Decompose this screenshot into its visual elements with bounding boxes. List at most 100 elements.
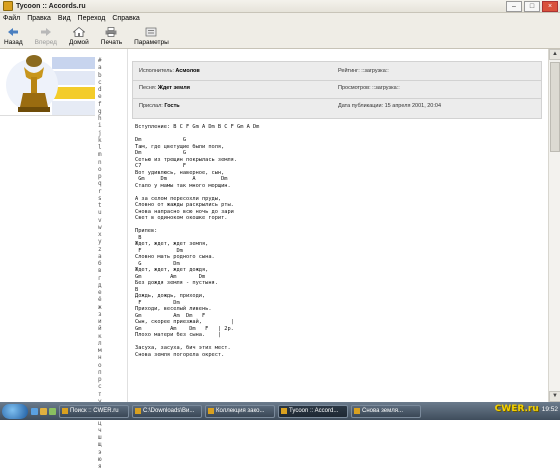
alphabet-letter-link[interactable]: к [98,333,102,340]
app-icon [281,408,287,414]
close-button[interactable]: × [542,1,558,12]
date-value: 15 апреля 2001, 20:04 [384,103,442,109]
taskbar-item[interactable]: Коллекция зако... [205,404,275,418]
alphabet-letter-link[interactable]: n [98,159,102,166]
menu-go[interactable]: Переход [78,15,106,22]
alphabet-letter-link[interactable]: т [98,391,102,398]
alphabet-letter-link[interactable]: в [98,267,102,274]
back-button[interactable]: Назад [4,27,23,48]
alphabet-letter-link[interactable]: ю [98,456,102,463]
alphabet-letter-link[interactable]: o [98,166,102,173]
alphabet-letter-link[interactable]: ц [98,420,102,427]
taskbar-item-active[interactable]: Tycoon :: Accord... [278,404,348,418]
alphabet-letter-link[interactable]: и [98,318,102,325]
views-label: Просмотров: [338,85,371,91]
alphabet-letter-link[interactable]: с [98,383,102,390]
date-label: Дата публикации: [338,103,384,109]
minimize-button[interactable]: – [506,1,522,12]
alphabet-letter-link[interactable]: ж [98,304,102,311]
alphabet-letter-link[interactable]: а [98,253,102,260]
song-row: Песня: Ждет земля [139,85,190,91]
alphabet-letter-link[interactable]: е [98,289,102,296]
alphabet-letter-link[interactable]: y [98,238,102,245]
menu-help[interactable]: Справка [112,15,139,22]
alphabet-letter-link[interactable]: t [98,202,102,209]
alphabet-letter-link[interactable]: j [98,130,102,137]
alphabet-letter-link[interactable]: m [98,151,102,158]
home-button[interactable]: Домой [69,27,89,48]
alphabet-letter-link[interactable]: м [98,347,102,354]
alphabet-letter-link[interactable]: ш [98,434,102,441]
rating-row: Рейтинг: ::загрузка:: [338,68,389,74]
media-icon[interactable] [49,407,56,415]
views-value: ::загрузка:: [372,85,400,91]
alphabet-letter-link[interactable]: ч [98,427,102,434]
vertical-scrollbar[interactable]: ▲ ▼ [548,49,560,402]
alphabet-letter-link[interactable]: # [98,57,102,64]
alphabet-letter-link[interactable]: l [98,144,102,151]
alphabet-letter-link[interactable]: z [98,246,102,253]
scroll-down-button[interactable]: ▼ [549,391,560,402]
alphabet-letter-link[interactable]: н [98,354,102,361]
alphabet-letter-link[interactable]: g [98,108,102,115]
alphabet-letter-link[interactable]: s [98,195,102,202]
app-icon [62,408,68,414]
alphabet-letter-link[interactable]: i [98,122,102,129]
alphabet-letter-link[interactable]: h [98,115,102,122]
alphabet-letter-link[interactable]: q [98,180,102,187]
alphabet-letter-link[interactable]: p [98,173,102,180]
alphabet-letter-link[interactable]: d [98,86,102,93]
alphabet-letter-link[interactable]: f [98,101,102,108]
site-logo [0,49,95,115]
alphabet-letter-link[interactable]: щ [98,441,102,448]
document-icon [354,408,360,414]
alphabet-letter-link[interactable]: г [98,275,102,282]
alphabet-letter-link[interactable]: v [98,217,102,224]
alphabet-letter-link[interactable]: a [98,64,102,71]
taskbar-item[interactable]: Снова земля... [351,404,421,418]
scroll-thumb[interactable] [550,62,560,152]
alphabet-letter-link[interactable]: ё [98,296,102,303]
alphabet-letter-link[interactable]: b [98,72,102,79]
start-button[interactable] [2,403,28,419]
performer-value[interactable]: Асмолов [175,68,199,74]
alphabet-letter-link[interactable]: x [98,231,102,238]
maximize-button[interactable]: □ [524,1,540,12]
scroll-up-button[interactable]: ▲ [549,49,560,60]
alphabet-letter-link[interactable]: u [98,209,102,216]
alphabet-letter-link[interactable]: э [98,449,102,456]
main-content: Исполнитель: Асмолов Рейтинг: ::загрузка… [128,49,548,402]
rating-label: Рейтинг: [338,68,360,74]
alphabet-letter-link[interactable]: я [98,463,102,470]
print-button[interactable]: Печать [101,27,122,48]
ie-icon[interactable] [31,407,38,415]
taskbar-item[interactable]: C:\Downloads\Ви... [132,404,202,418]
app-icon [3,1,13,11]
performer-label: Исполнитель: [139,68,174,74]
alphabet-letter-link[interactable]: о [98,362,102,369]
alphabet-letter-link[interactable]: з [98,311,102,318]
folder-icon [135,408,141,414]
alphabet-letter-link[interactable]: w [98,224,102,231]
alphabet-letter-link[interactable]: л [98,340,102,347]
alphabet-letter-link[interactable]: r [98,188,102,195]
home-label: Домой [68,39,89,46]
alphabet-letter-link[interactable]: р [98,376,102,383]
menu-view[interactable]: Вид [58,15,71,22]
menu-edit[interactable]: Правка [27,15,51,22]
alphabet-letter-link[interactable]: п [98,369,102,376]
menu-file[interactable]: Файл [3,15,20,22]
taskbar-item[interactable]: Поиск :: CWER.ru [59,404,129,418]
clock: 19:52 [541,405,558,413]
info-divider [133,80,541,81]
alphabet-letter-link[interactable]: б [98,260,102,267]
forward-button[interactable]: Вперед [35,27,57,48]
alphabet-letter-link[interactable]: й [98,325,102,332]
alphabet-letter-link[interactable]: c [98,79,102,86]
alphabet-letter-link[interactable]: д [98,282,102,289]
title-bar: Tycoon :: Accords.ru – □ × [0,0,560,13]
alphabet-letter-link[interactable]: e [98,93,102,100]
alphabet-letter-link[interactable]: k [98,137,102,144]
settings-button[interactable]: Параметры [134,27,169,48]
folder-icon[interactable] [40,407,47,415]
